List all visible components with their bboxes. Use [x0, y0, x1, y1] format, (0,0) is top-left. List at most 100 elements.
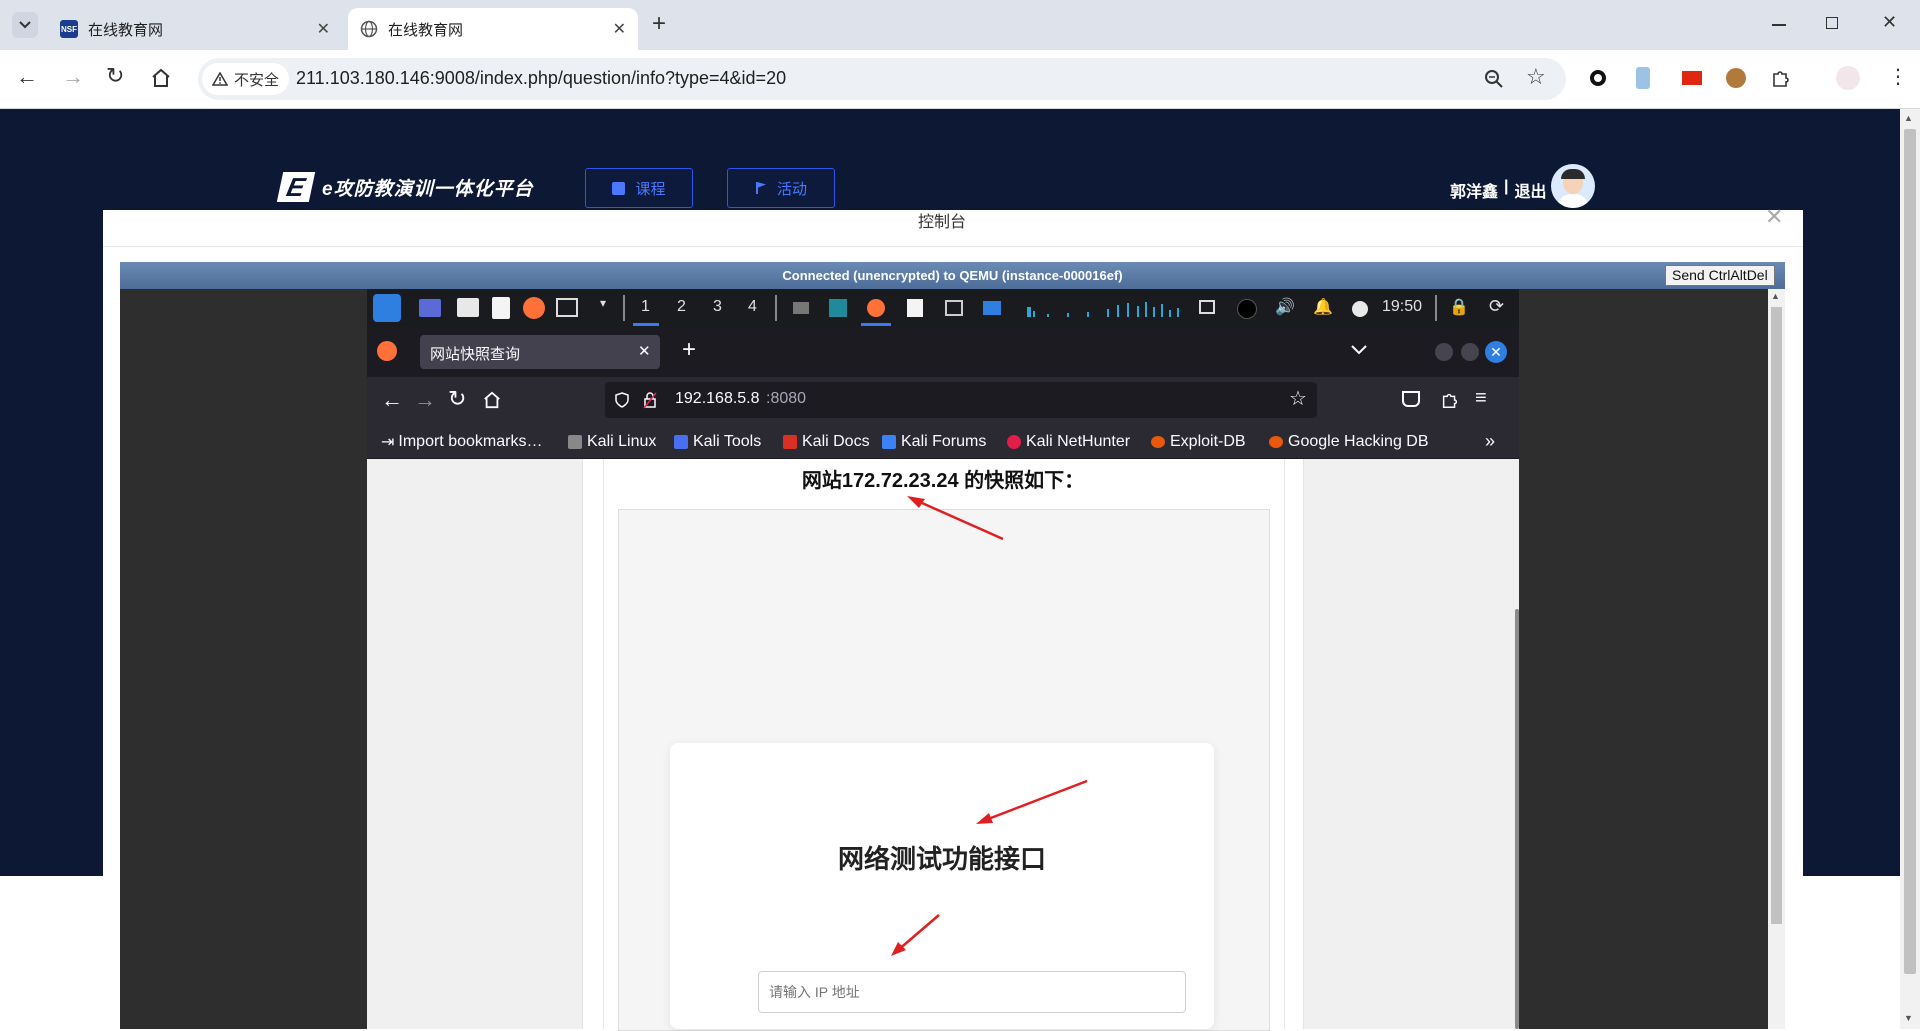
notification-bell-icon[interactable]: 🔔 — [1313, 297, 1333, 317]
scrollbar-thumb[interactable] — [1904, 129, 1916, 974]
window-button-icon[interactable] — [793, 302, 809, 314]
extension-flag-icon[interactable] — [1682, 71, 1702, 85]
terminal-launcher-icon[interactable] — [556, 298, 578, 317]
maximize-button[interactable] — [1461, 343, 1479, 361]
extensions-puzzle-icon[interactable] — [1770, 67, 1792, 89]
bookmark-kali-tools[interactable]: Kali Tools — [674, 425, 761, 458]
reload-button[interactable]: ↻ — [106, 65, 124, 87]
firefox-launcher-icon[interactable] — [523, 297, 545, 319]
pocket-icon[interactable] — [1402, 391, 1420, 407]
close-window-icon[interactable]: ✕ — [1882, 12, 1897, 33]
back-button[interactable]: ← — [16, 66, 38, 88]
bookmark-label: Kali Linux — [587, 432, 657, 450]
status-tray-icon[interactable] — [1237, 299, 1257, 319]
volume-icon[interactable]: 🔊 — [1275, 297, 1295, 317]
kali-menu-icon[interactable] — [373, 294, 401, 322]
launcher-dropdown-icon[interactable]: ▾ — [600, 296, 606, 310]
kali-tools-icon — [674, 434, 688, 449]
show-desktop-icon[interactable] — [419, 299, 441, 317]
bookmark-exploit-db[interactable]: Exploit-DB — [1151, 425, 1246, 458]
firefox-reload-button[interactable]: ↻ — [448, 386, 466, 412]
restore-window-icon[interactable] — [1826, 17, 1838, 29]
url-text[interactable]: 211.103.180.146:9008/index.php/question/… — [296, 68, 786, 89]
modal-close-icon[interactable]: ✕ — [1765, 204, 1783, 230]
scroll-down-icon[interactable]: ▼ — [1904, 1013, 1913, 1023]
site-logo[interactable]: E e攻防教演训一体化平台 — [276, 172, 534, 202]
firefox-bookmark-star-icon[interactable]: ☆ — [1289, 386, 1307, 411]
zoom-icon[interactable] — [1484, 69, 1504, 89]
workspace-3[interactable]: 3 — [713, 298, 722, 316]
vnc-scroll-up-icon[interactable]: ▲ — [1771, 291, 1780, 301]
bookmark-kali-forums[interactable]: Kali Forums — [882, 425, 986, 458]
vnc-scrollbar[interactable]: ▲ — [1768, 289, 1785, 1029]
bookmark-kali-nethunter[interactable]: Kali NetHunter — [1007, 425, 1130, 458]
extension-cookie-icon[interactable] — [1726, 68, 1746, 88]
browser-tab-strip: NSF 在线教育网 ✕ 在线教育网 ✕ + ✕ — [0, 0, 1920, 50]
user-name[interactable]: 郭洋鑫 — [1450, 178, 1498, 202]
window-button-icon[interactable] — [907, 299, 923, 317]
firefox-tab-active[interactable]: 网站快照查询 ✕ — [420, 335, 660, 369]
active-workspace-indicator — [633, 323, 659, 326]
bookmark-google-hacking-db[interactable]: Google Hacking DB — [1269, 425, 1429, 458]
extension-circle-icon[interactable] — [1590, 70, 1606, 86]
minimize-window-icon[interactable] — [1772, 24, 1786, 26]
profile-avatar[interactable] — [1836, 66, 1860, 90]
minimize-button[interactable] — [1435, 343, 1453, 361]
firefox-extensions-icon[interactable] — [1440, 390, 1460, 410]
close-tab-icon[interactable]: ✕ — [317, 19, 330, 39]
terminal-window-icon[interactable] — [945, 300, 963, 316]
lock-screen-icon[interactable]: 🔒 — [1449, 297, 1469, 317]
browser-tab-1[interactable]: NSF 在线教育网 ✕ — [52, 8, 342, 50]
logout-link[interactable]: 退出 — [1515, 178, 1547, 202]
tab-search-button[interactable] — [12, 12, 38, 38]
firefox-new-tab-button[interactable]: + — [682, 336, 696, 364]
address-bar[interactable]: 不安全 211.103.180.146:9008/index.php/quest… — [198, 58, 1566, 100]
folder-window-icon[interactable] — [983, 301, 1001, 315]
file-manager-icon[interactable] — [457, 298, 479, 317]
insecure-lock-icon[interactable] — [643, 391, 657, 409]
firefox-back-button[interactable]: ← — [381, 387, 403, 413]
workspace-4[interactable]: 4 — [748, 298, 757, 316]
bookmark-kali-docs[interactable]: Kali Docs — [783, 425, 870, 458]
workspace-2[interactable]: 2 — [677, 298, 686, 316]
home-icon[interactable] — [150, 68, 172, 88]
avatar[interactable] — [1551, 164, 1595, 208]
forward-button[interactable]: → — [62, 66, 84, 88]
send-ctrl-alt-del-button[interactable]: Send CtrlAltDel — [1665, 265, 1775, 286]
text-editor-icon[interactable] — [492, 297, 510, 319]
firefox-home-icon[interactable] — [482, 391, 502, 409]
panel-clock[interactable]: 19:50 — [1382, 298, 1422, 316]
firefox-window-icon[interactable] — [867, 299, 885, 317]
new-tab-button[interactable]: + — [652, 10, 666, 38]
scroll-up-icon[interactable]: ▲ — [1904, 113, 1913, 123]
bookmark-label: Kali NetHunter — [1026, 432, 1131, 450]
firefox-view-icon[interactable] — [377, 341, 397, 361]
browser-tab-2-active[interactable]: 在线教育网 ✕ — [348, 8, 638, 50]
bookmarks-overflow-icon[interactable]: » — [1485, 425, 1495, 458]
workspace-1[interactable]: 1 — [641, 298, 650, 316]
browser-menu-icon[interactable]: ⋮ — [1888, 64, 1908, 89]
window-button-icon[interactable] — [829, 299, 847, 317]
extension-hourglass-icon[interactable] — [1636, 67, 1650, 89]
vnc-scrollbar-thumb[interactable] — [1771, 307, 1782, 924]
display-tray-icon[interactable] — [1199, 300, 1215, 314]
firefox-menu-icon[interactable]: ≡ — [1475, 387, 1487, 410]
tracking-shield-icon[interactable] — [615, 392, 629, 408]
panel-separator — [623, 295, 625, 321]
security-chip[interactable]: 不安全 — [202, 63, 290, 95]
firefox-tab-close-icon[interactable]: ✕ — [638, 342, 651, 360]
security-label: 不安全 — [234, 71, 280, 89]
nav-course-button[interactable]: 课程 — [585, 168, 693, 208]
tab-list-chevron-icon[interactable] — [1351, 345, 1367, 355]
firefox-url-bar[interactable]: 192.168.5.8 :8080 ☆ — [605, 382, 1317, 418]
close-tab-icon[interactable]: ✕ — [613, 19, 626, 39]
close-window-button[interactable]: ✕ — [1485, 341, 1507, 363]
bookmark-kali-linux[interactable]: Kali Linux — [568, 425, 656, 458]
bookmark-import[interactable]: ⇥ Import bookmarks… — [381, 425, 542, 458]
bookmark-star-icon[interactable]: ☆ — [1526, 64, 1546, 90]
nav-activity-button[interactable]: 活动 — [727, 168, 835, 208]
firefox-page-scrollbar[interactable] — [1515, 609, 1519, 1029]
firefox-forward-button[interactable]: → — [414, 387, 436, 413]
page-scrollbar[interactable]: ▲ ▼ — [1900, 109, 1920, 1029]
logout-icon[interactable]: ⟳ — [1489, 296, 1504, 317]
